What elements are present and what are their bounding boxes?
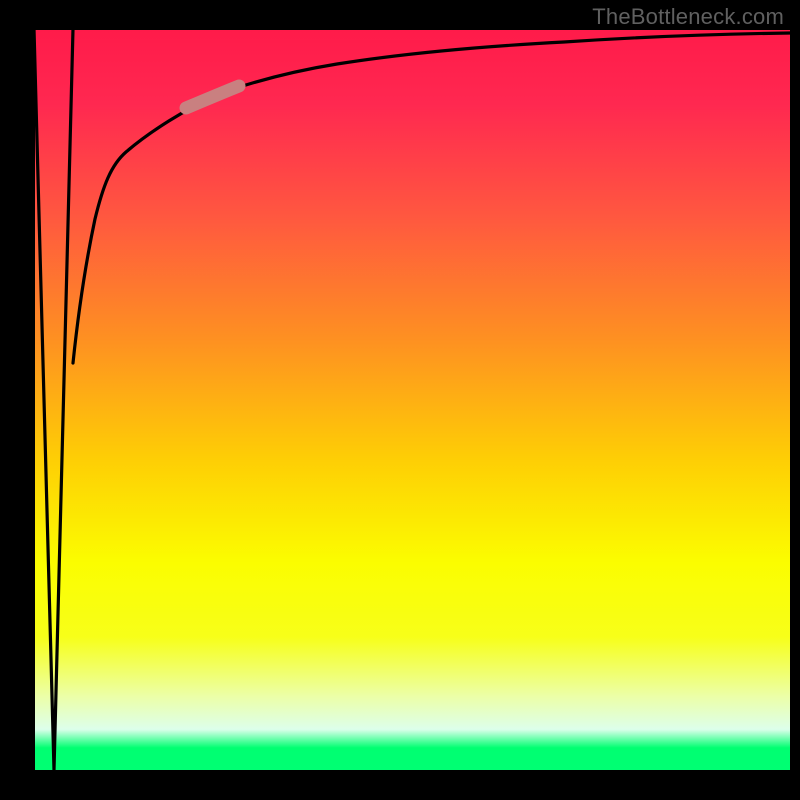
chart-canvas: TheBottleneck.com [0,0,800,800]
attribution-text: TheBottleneck.com [592,4,784,30]
plot-gradient-background [35,30,790,770]
